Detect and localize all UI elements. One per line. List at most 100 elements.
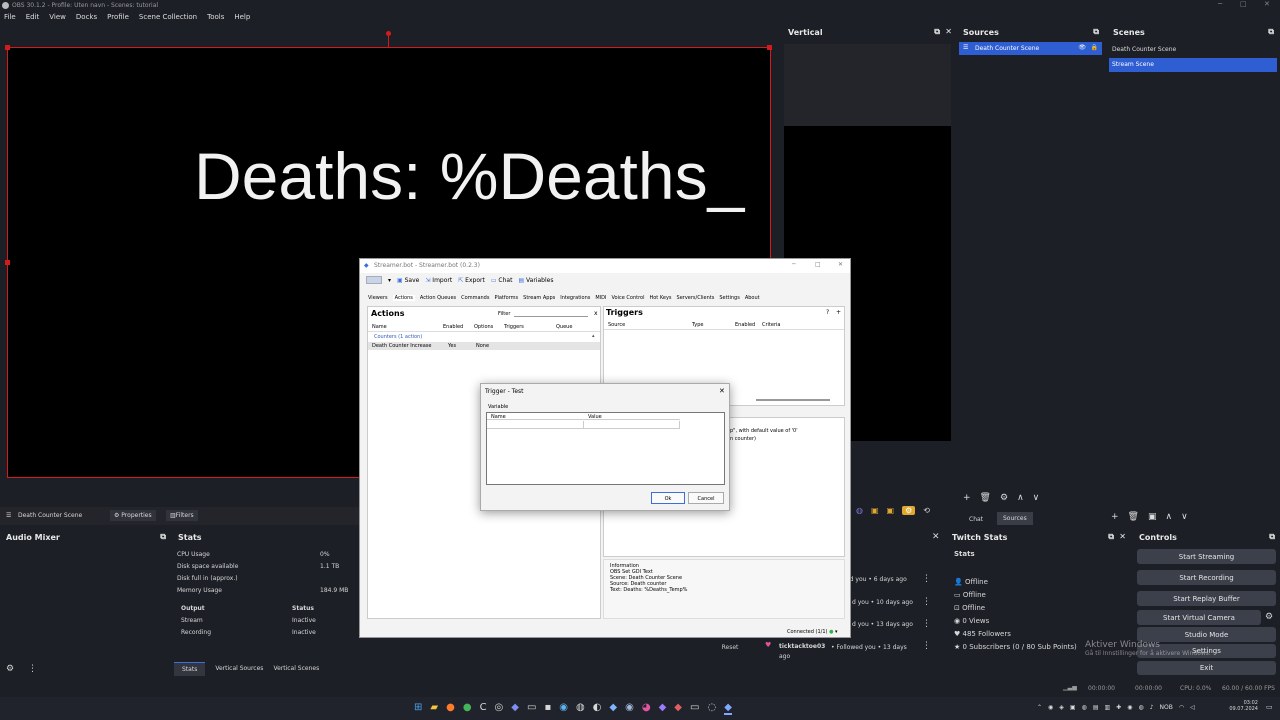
scene-icon[interactable]: ◍: [856, 506, 863, 515]
table-row[interactable]: Death Counter Increase Yes None: [368, 342, 600, 350]
menu-edit[interactable]: Edit: [26, 13, 40, 23]
action-group[interactable]: Counters (1 action) ▴: [368, 333, 600, 341]
down-icon[interactable]: ∨: [1033, 493, 1040, 503]
export-button[interactable]: ⇱ Export: [458, 277, 485, 284]
tray-icon[interactable]: ◈: [1059, 704, 1064, 711]
tray-icon[interactable]: ◉: [1127, 704, 1132, 711]
app-icon[interactable]: ◆: [659, 702, 667, 715]
scrollbar[interactable]: [756, 399, 830, 401]
close-icon[interactable]: ✕: [945, 27, 952, 36]
tray-icon[interactable]: ◉: [1048, 704, 1053, 711]
tray-icon[interactable]: ✚: [1116, 704, 1121, 711]
app-icon[interactable]: ▭: [527, 702, 536, 715]
tab-chat[interactable]: Chat: [969, 516, 983, 523]
tab-vertical-scenes[interactable]: Vertical Scenes: [273, 662, 319, 676]
menu-help[interactable]: Help: [234, 13, 250, 23]
tray-icon[interactable]: ◍: [1138, 704, 1143, 711]
firefox-icon[interactable]: ●: [446, 702, 455, 715]
start-replay-buffer-button[interactable]: Start Replay Buffer: [1137, 591, 1276, 606]
up-icon[interactable]: ∧: [1017, 493, 1024, 503]
tab-settings[interactable]: Settings: [719, 295, 740, 301]
menu-dots-icon[interactable]: ⋮: [922, 597, 931, 607]
volume-icon[interactable]: ◁: [1190, 704, 1195, 711]
tray-icon[interactable]: ▣: [1070, 704, 1076, 711]
trash-icon[interactable]: 🗑: [1128, 512, 1139, 522]
column-header[interactable]: Value: [588, 414, 602, 420]
save-button[interactable]: ▣ Save: [397, 277, 419, 284]
add-icon[interactable]: +: [963, 493, 971, 503]
menu-dots-icon[interactable]: ⋮: [922, 641, 931, 651]
cancel-button[interactable]: Cancel: [688, 492, 724, 504]
properties-button[interactable]: ⚙ Properties: [110, 510, 156, 521]
table-row[interactable]: [487, 421, 680, 429]
tab-about[interactable]: About: [745, 295, 760, 301]
undock-icon[interactable]: ⧉: [1269, 532, 1275, 542]
clear-filter-icon[interactable]: x: [594, 310, 598, 317]
resize-handle[interactable]: [5, 45, 10, 50]
collapse-icon[interactable]: ▴: [592, 333, 595, 339]
app-icon[interactable]: ▪: [544, 702, 551, 715]
tab-actions[interactable]: Actions: [392, 295, 415, 301]
menu-dots-icon[interactable]: ⋮: [922, 619, 931, 629]
scene-item[interactable]: Death Counter Scene: [1109, 43, 1277, 56]
resize-handle[interactable]: [767, 45, 772, 50]
app-icon[interactable]: ◍: [576, 702, 585, 715]
tab-platforms[interactable]: Platforms: [494, 295, 518, 301]
start-recording-button[interactable]: Start Recording: [1137, 570, 1276, 585]
help-icon[interactable]: ?: [826, 309, 829, 316]
visibility-icon[interactable]: 👁: [1078, 44, 1086, 51]
start-streaming-button[interactable]: Start Streaming: [1137, 549, 1276, 564]
close-icon[interactable]: ✕: [1119, 532, 1126, 541]
add-icon[interactable]: +: [1111, 512, 1119, 522]
maximize-button[interactable]: □: [1240, 0, 1247, 8]
close-button[interactable]: ✕: [1264, 0, 1270, 8]
minimize-button[interactable]: ─: [1218, 0, 1222, 8]
refresh-icon[interactable]: ⟲: [923, 506, 930, 515]
tray-icon[interactable]: ◍: [1082, 704, 1087, 711]
import-button[interactable]: ⇲ Import: [425, 277, 452, 284]
resize-handle[interactable]: [5, 260, 10, 265]
tab-hot-keys[interactable]: Hot Keys: [649, 295, 671, 301]
chevron-up-icon[interactable]: ⌃: [1037, 704, 1042, 711]
app-icon[interactable]: ◎: [495, 702, 504, 715]
down-icon[interactable]: ∨: [1181, 512, 1188, 522]
ok-button[interactable]: Ok: [651, 492, 685, 504]
menu-scene-collection[interactable]: Scene Collection: [139, 13, 197, 23]
tab-commands[interactable]: Commands: [461, 295, 489, 301]
menu-view[interactable]: View: [49, 13, 66, 23]
undock-icon[interactable]: ⧉: [934, 27, 940, 37]
add-icon[interactable]: +: [836, 309, 841, 316]
filters-button[interactable]: ▥Filters: [166, 510, 198, 521]
app-icon[interactable]: C: [480, 702, 487, 715]
column-header[interactable]: Name: [372, 324, 387, 330]
close-button[interactable]: ✕: [838, 261, 843, 268]
lock-icon[interactable]: 🔒: [1091, 44, 1098, 51]
scene-item-selected[interactable]: Stream Scene: [1109, 58, 1277, 72]
clock[interactable]: 03:02 09.07.2024: [1228, 700, 1258, 712]
close-icon[interactable]: ✕: [932, 532, 940, 542]
app-icon[interactable]: ◌: [707, 702, 716, 715]
maximize-button[interactable]: □: [815, 261, 821, 268]
tray-icon[interactable]: ▤: [1093, 704, 1099, 711]
chat-button[interactable]: ▭ Chat: [491, 277, 513, 284]
app-icon[interactable]: ◆: [674, 702, 682, 715]
menu-profile[interactable]: Profile: [107, 13, 129, 23]
gear-icon[interactable]: ⚙: [1000, 493, 1008, 503]
tab-sources[interactable]: Sources: [997, 512, 1033, 525]
app-icon[interactable]: ◕: [642, 702, 651, 715]
minimize-button[interactable]: ─: [792, 261, 796, 268]
undock-icon[interactable]: ⧉: [1108, 532, 1114, 542]
column-header[interactable]: Enabled: [735, 322, 755, 328]
column-header[interactable]: Name: [491, 414, 506, 420]
notification-icon[interactable]: ▭: [1266, 703, 1273, 711]
variables-button[interactable]: ▤ Variables: [518, 277, 553, 284]
tab-action-queues[interactable]: Action Queues: [420, 295, 456, 301]
undock-icon[interactable]: ⧉: [1093, 27, 1099, 37]
exit-button[interactable]: Exit: [1137, 661, 1276, 675]
variable-table[interactable]: Name Value: [486, 412, 725, 485]
settings-button[interactable]: ⚙: [902, 506, 916, 515]
name-cell[interactable]: [487, 421, 584, 429]
tab-voice-control[interactable]: Voice Control: [612, 295, 645, 301]
column-header[interactable]: Criteria: [762, 322, 780, 328]
value-cell[interactable]: [585, 421, 680, 429]
